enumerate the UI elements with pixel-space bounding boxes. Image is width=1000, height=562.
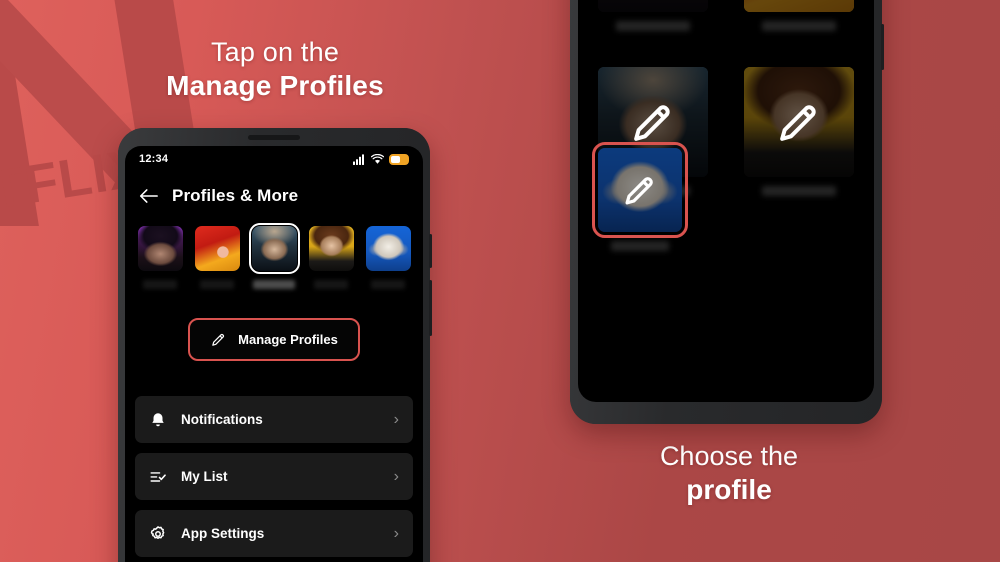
avatar-dim-overlay: [744, 0, 854, 12]
screen-profiles-and-more: 12:34 Profiles & More Manage Profiles No…: [125, 146, 423, 562]
profile-item[interactable]: [306, 226, 356, 289]
profile-name-redacted: [615, 21, 691, 31]
profile-name-redacted: [761, 186, 837, 196]
profile-name-redacted: [611, 241, 669, 251]
pencil-icon: [625, 177, 653, 205]
profile-avatar[interactable]: [248, 222, 300, 275]
earpiece-speaker: [248, 135, 300, 140]
phone-mockup-right: [570, 0, 884, 424]
settings-menu: Notifications › My List › App Settings ›: [135, 396, 413, 562]
menu-item-notifications[interactable]: Notifications ›: [135, 396, 413, 443]
status-bar: 12:34: [125, 146, 423, 172]
profile-name-redacted: [253, 280, 295, 289]
avatar-art: [251, 226, 297, 271]
edit-profile-cell[interactable]: [598, 0, 708, 31]
profile-name-redacted: [371, 280, 405, 289]
profile-avatar-row: [125, 222, 423, 289]
phone-mockup-left: 12:34 Profiles & More Manage Profiles No…: [118, 128, 432, 562]
profile-item[interactable]: [363, 226, 413, 289]
headline-line-1: Tap on the: [210, 37, 340, 67]
menu-item-label: Notifications: [181, 412, 263, 427]
profile-avatar[interactable]: [744, 67, 854, 177]
headline-line-2: Manage Profiles: [166, 69, 384, 101]
profile-item[interactable]: [135, 226, 185, 289]
avatar-art: [194, 226, 240, 271]
profile-name-redacted: [314, 280, 348, 289]
profile-name-redacted: [200, 280, 234, 289]
manage-profiles-row: Manage Profiles: [125, 318, 423, 361]
headline: Tap on the Manage Profiles: [120, 36, 430, 103]
screen-edit-profiles: [578, 0, 874, 402]
avatar-dim-overlay: [598, 0, 708, 12]
profile-name-redacted: [761, 21, 837, 31]
screen-header: Profiles & More: [125, 176, 423, 216]
chevron-right-icon: ›: [393, 524, 399, 542]
profile-avatar[interactable]: [598, 0, 708, 12]
tutorial-graphic: NETFLIX Tap on the Manage Profiles Choos…: [0, 0, 1000, 562]
profile-avatar[interactable]: [744, 0, 854, 12]
avatar-art: [365, 226, 411, 271]
profile-item-selected[interactable]: [248, 222, 300, 289]
menu-item-label: App Settings: [181, 526, 265, 541]
status-icons: [353, 153, 409, 165]
chevron-right-icon: ›: [393, 410, 399, 428]
status-clock: 12:34: [139, 153, 169, 165]
back-arrow-icon[interactable]: [139, 188, 158, 204]
profile-name-redacted: [143, 280, 177, 289]
profile-avatar[interactable]: [365, 226, 411, 271]
signal-icon: [353, 153, 364, 165]
caption: Choose the profile: [600, 440, 858, 507]
pencil-icon: [634, 105, 670, 141]
chevron-right-icon: ›: [393, 467, 399, 485]
caption-line-1: Choose the: [659, 441, 799, 471]
manage-profiles-button[interactable]: Manage Profiles: [188, 318, 360, 361]
power-button-right-phone[interactable]: [881, 24, 884, 70]
wifi-icon: [371, 153, 384, 164]
menu-item-app-settings[interactable]: App Settings ›: [135, 510, 413, 557]
pencil-icon: [212, 333, 225, 346]
edit-profile-cell-highlighted[interactable]: [592, 142, 688, 251]
menu-item-my-list[interactable]: My List ›: [135, 453, 413, 500]
edit-profile-cell[interactable]: [744, 67, 854, 196]
volume-button-left-phone[interactable]: [429, 280, 432, 336]
profile-avatar[interactable]: [137, 226, 183, 271]
manage-profiles-label: Manage Profiles: [238, 332, 338, 347]
profile-item[interactable]: [192, 226, 242, 289]
avatar-art: [308, 226, 354, 271]
gear-icon: [150, 525, 165, 539]
bell-icon: [152, 412, 164, 426]
caption-line-2: profile: [686, 473, 772, 505]
pencil-icon: [780, 105, 816, 141]
page-title: Profiles & More: [172, 186, 299, 205]
profile-avatar[interactable]: [194, 226, 240, 271]
battery-icon: [389, 153, 409, 165]
profile-avatar[interactable]: [308, 226, 354, 271]
checklist-icon: [150, 471, 166, 482]
edit-profile-cell[interactable]: [744, 0, 854, 31]
power-button-left-phone[interactable]: [429, 234, 432, 268]
menu-item-label: My List: [181, 469, 228, 484]
avatar-art: [137, 226, 183, 271]
profile-avatar-target[interactable]: [592, 142, 688, 238]
